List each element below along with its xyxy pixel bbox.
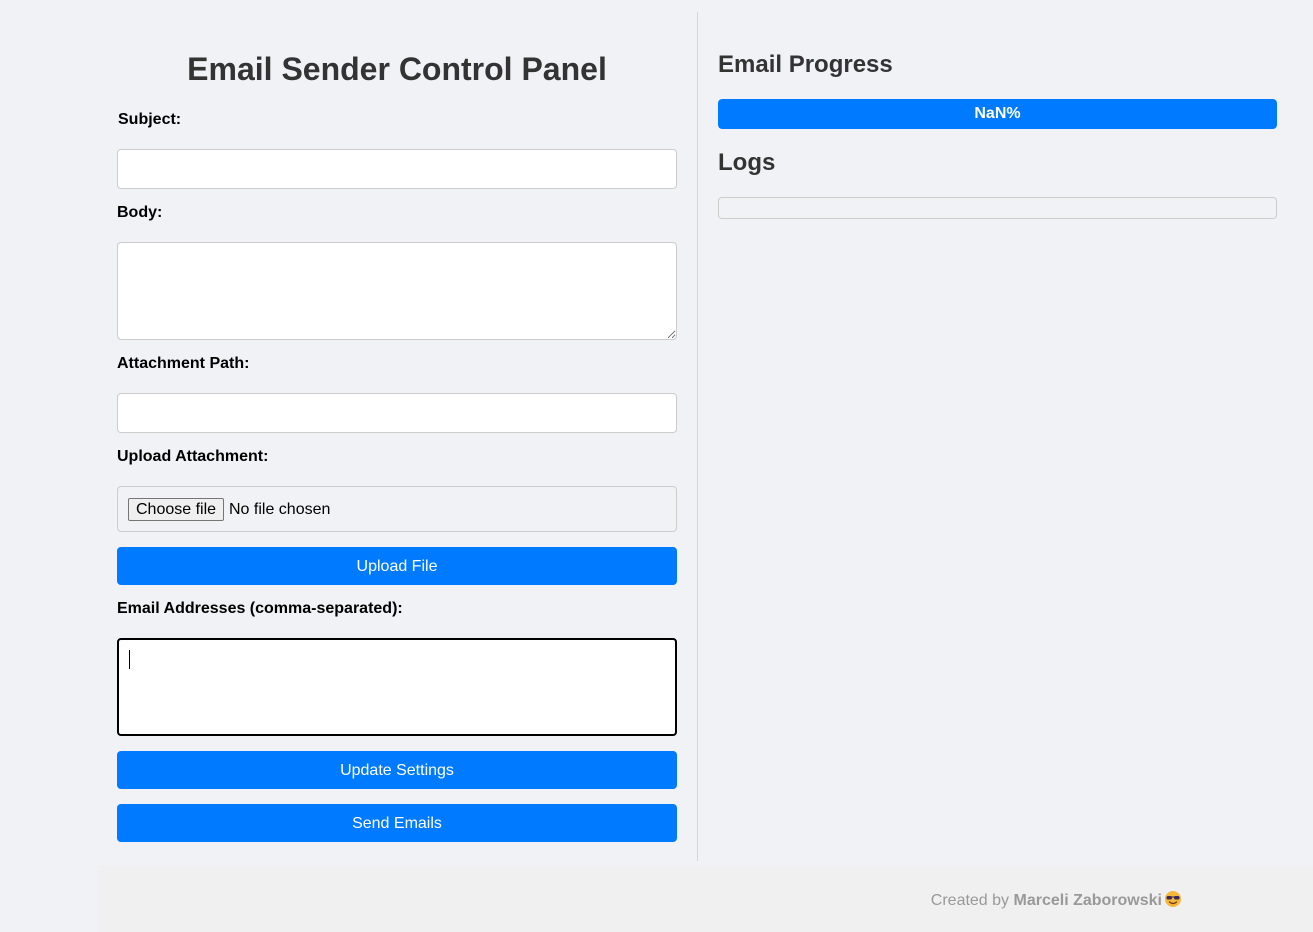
email-addresses-textarea[interactable]: [117, 638, 677, 736]
logs-heading: Logs: [718, 149, 776, 176]
body-textarea[interactable]: [117, 242, 677, 340]
footer-prefix: Created by: [930, 892, 1010, 909]
upload-attachment-label: Upload Attachment:: [117, 448, 269, 465]
sunglasses-emoji-icon: [1164, 890, 1182, 914]
send-emails-button[interactable]: Send Emails: [117, 804, 677, 842]
email-progress-bar: NaN%: [718, 99, 1277, 129]
logs-box: [718, 197, 1277, 219]
footer-author: Marceli Zaborowski: [1013, 892, 1163, 909]
subject-input[interactable]: [117, 149, 677, 189]
footer-credit: Created by Marceli Zaborowski: [931, 890, 1182, 914]
file-status-text: No file chosen: [229, 501, 331, 518]
email-progress-heading: Email Progress: [718, 51, 893, 78]
email-addresses-label: Email Addresses (comma-separated):: [117, 600, 403, 617]
upload-file-button[interactable]: Upload File: [117, 547, 677, 585]
panel-divider: [697, 12, 698, 861]
choose-file-button[interactable]: Choose file: [128, 498, 225, 521]
body-label: Body:: [117, 204, 163, 221]
page-title: Email Sender Control Panel: [187, 51, 607, 87]
text-caret: [129, 650, 130, 669]
update-settings-button[interactable]: Update Settings: [117, 751, 677, 789]
subject-label: Subject:: [118, 111, 182, 128]
footer: Created by Marceli Zaborowski: [97, 865, 1313, 932]
attachment-path-input[interactable]: [117, 393, 677, 433]
email-progress-text: NaN%: [974, 105, 1021, 122]
file-picker: Choose file No file chosen: [117, 486, 677, 532]
email-sender-page: Email Sender Control Panel Subject: Body…: [0, 0, 1313, 932]
attachment-path-label: Attachment Path:: [117, 355, 250, 372]
